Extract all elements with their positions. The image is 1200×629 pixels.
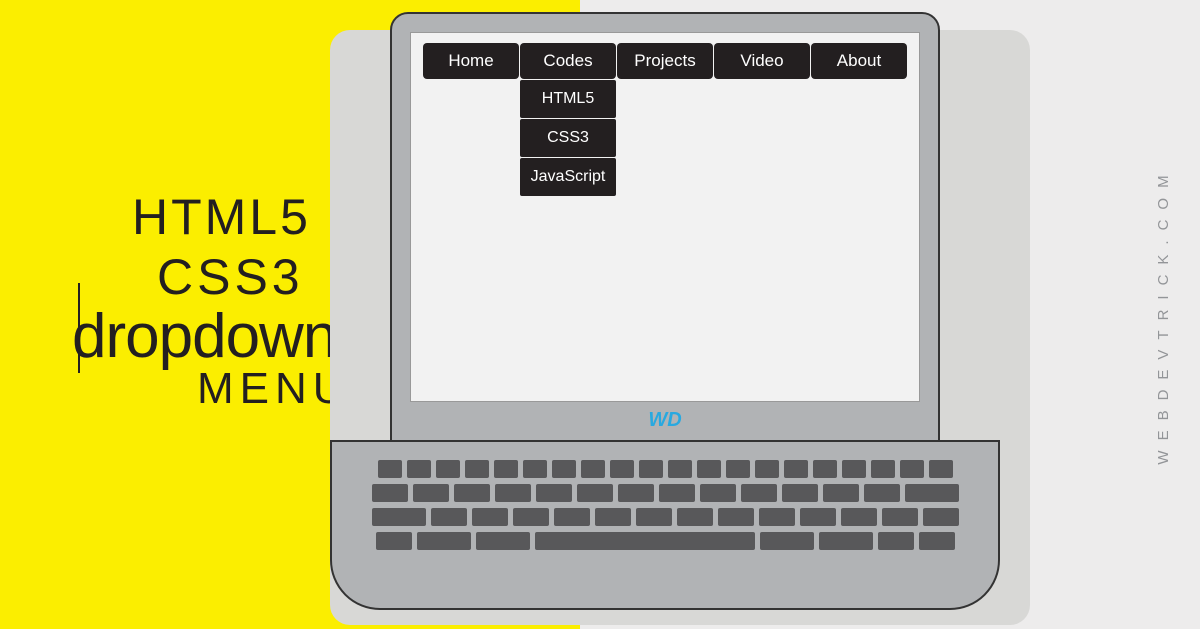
key bbox=[372, 484, 408, 502]
key bbox=[495, 484, 531, 502]
key bbox=[864, 484, 900, 502]
key bbox=[784, 460, 808, 478]
key bbox=[900, 460, 924, 478]
dropdown-label: JavaScript bbox=[531, 168, 606, 185]
key bbox=[431, 508, 467, 526]
key bbox=[919, 532, 955, 550]
menu-label: Projects bbox=[634, 51, 695, 70]
key bbox=[697, 460, 721, 478]
title-dropdown: dropdown bbox=[72, 301, 351, 372]
menu-bar: Home Codes HTML5 CSS3 JavaScript bbox=[423, 43, 907, 79]
key bbox=[610, 460, 634, 478]
menu-item-home[interactable]: Home bbox=[423, 43, 519, 79]
dropdown-menu: HTML5 CSS3 JavaScript bbox=[520, 80, 616, 197]
key bbox=[376, 532, 412, 550]
key bbox=[554, 508, 590, 526]
keyboard bbox=[370, 460, 960, 556]
key bbox=[523, 460, 547, 478]
key bbox=[759, 508, 795, 526]
key bbox=[923, 508, 959, 526]
dropdown-item-javascript[interactable]: JavaScript bbox=[520, 158, 616, 196]
key-row bbox=[370, 460, 960, 478]
menu-label: Video bbox=[740, 51, 783, 70]
key bbox=[513, 508, 549, 526]
menu-item-codes[interactable]: Codes HTML5 CSS3 JavaScript bbox=[520, 43, 616, 79]
laptop-logo: WD bbox=[648, 409, 681, 432]
laptop-screen: Home Codes HTML5 CSS3 JavaScript bbox=[410, 32, 920, 402]
site-url: WEBDEVTRICK.COM bbox=[1155, 165, 1172, 464]
dropdown-item-html5[interactable]: HTML5 bbox=[520, 80, 616, 118]
menu-item-video[interactable]: Video bbox=[714, 43, 810, 79]
key bbox=[417, 532, 471, 550]
key bbox=[407, 460, 431, 478]
key bbox=[639, 460, 663, 478]
key bbox=[472, 508, 508, 526]
key bbox=[465, 460, 489, 478]
key bbox=[823, 484, 859, 502]
menu-label: About bbox=[837, 51, 881, 70]
menu-label: Home bbox=[448, 51, 493, 70]
key bbox=[595, 508, 631, 526]
key bbox=[878, 532, 914, 550]
dropdown-label: CSS3 bbox=[547, 129, 589, 146]
key bbox=[454, 484, 490, 502]
laptop-base bbox=[330, 440, 1000, 610]
key bbox=[700, 484, 736, 502]
key bbox=[718, 508, 754, 526]
key bbox=[577, 484, 613, 502]
key bbox=[726, 460, 750, 478]
title-block: HTML5 CSS3 dropdown MENU bbox=[72, 188, 351, 414]
key bbox=[436, 460, 460, 478]
key bbox=[882, 508, 918, 526]
key bbox=[760, 532, 814, 550]
key bbox=[929, 460, 953, 478]
laptop-screen-frame: Home Codes HTML5 CSS3 JavaScript bbox=[390, 12, 940, 442]
key bbox=[494, 460, 518, 478]
key bbox=[741, 484, 777, 502]
key bbox=[618, 484, 654, 502]
key bbox=[372, 508, 426, 526]
dropdown-item-css3[interactable]: CSS3 bbox=[520, 119, 616, 157]
key bbox=[905, 484, 959, 502]
key bbox=[378, 460, 402, 478]
key bbox=[819, 532, 873, 550]
key-row bbox=[370, 532, 960, 550]
key bbox=[782, 484, 818, 502]
key-spacebar bbox=[535, 532, 755, 550]
laptop: Home Codes HTML5 CSS3 JavaScript bbox=[320, 12, 1010, 617]
menu-label: Codes bbox=[543, 51, 592, 70]
key-row bbox=[370, 508, 960, 526]
key bbox=[677, 508, 713, 526]
key bbox=[636, 508, 672, 526]
dropdown-label: HTML5 bbox=[542, 90, 594, 107]
key bbox=[476, 532, 530, 550]
key-row bbox=[370, 484, 960, 502]
title-html5: HTML5 bbox=[132, 188, 351, 246]
key bbox=[871, 460, 895, 478]
menu-item-projects[interactable]: Projects bbox=[617, 43, 713, 79]
key bbox=[668, 460, 692, 478]
key bbox=[536, 484, 572, 502]
key bbox=[813, 460, 837, 478]
key bbox=[800, 508, 836, 526]
key bbox=[659, 484, 695, 502]
key bbox=[755, 460, 779, 478]
key bbox=[842, 460, 866, 478]
key bbox=[581, 460, 605, 478]
key bbox=[413, 484, 449, 502]
menu-item-about[interactable]: About bbox=[811, 43, 907, 79]
key bbox=[841, 508, 877, 526]
key bbox=[552, 460, 576, 478]
